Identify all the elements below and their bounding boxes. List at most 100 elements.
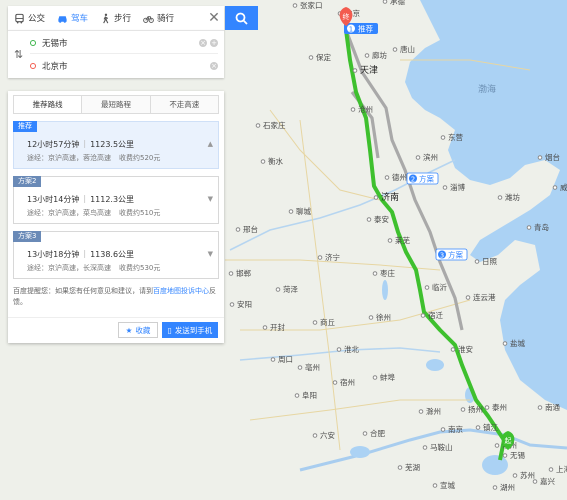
plan-toll: 收费约530元	[119, 264, 161, 272]
taihu-lake	[482, 455, 508, 475]
origin-row[interactable]: 无锡市 × +	[30, 32, 218, 54]
city-dot	[512, 473, 518, 478]
route-callout-number: 2	[411, 176, 415, 184]
origin-input[interactable]: 无锡市	[42, 37, 196, 49]
send-to-phone-button[interactable]: ▯ 发送到手机	[162, 322, 218, 338]
feedback-tip: 百度提醒您：如果您有任何意见和建议，请到百度地图投诉中心反馈。	[13, 286, 219, 308]
route-plan-2[interactable]: 方案2 13小时14分钟 | 1112.3公里 途经：京沪高速，菜鸟高速 收费约5…	[13, 176, 219, 224]
mode-walk[interactable]: 步行	[94, 6, 137, 30]
city-name: 济宁	[325, 252, 340, 262]
city-dot	[415, 155, 421, 160]
route-plan-3[interactable]: 方案3 13小时18分钟 | 1138.6公里 途经：京沪高速，长深高速 收费约5…	[13, 231, 219, 279]
city-dot	[384, 175, 390, 180]
tab-shortest[interactable]: 最短路程	[81, 96, 150, 113]
city-name: 烟台	[545, 152, 560, 162]
city-name: 盐城	[510, 338, 525, 348]
city-dot	[270, 357, 276, 362]
city-dot	[492, 485, 498, 490]
city-dot	[494, 443, 500, 448]
favorite-label: 收藏	[135, 325, 151, 335]
search-icon	[235, 12, 248, 25]
route-callout-2[interactable]: 2 方案	[406, 172, 439, 185]
city-name: 菏泽	[283, 284, 298, 294]
city-dot	[255, 123, 261, 128]
mode-bike-label: 骑行	[157, 14, 175, 24]
favorite-button[interactable]: ★ 收藏	[118, 322, 158, 338]
city-dot	[312, 320, 318, 325]
city-name: 六安	[320, 430, 335, 440]
city-name: 无锡	[510, 451, 525, 460]
plan-summary: 13小时18分钟 | 1138.6公里	[27, 249, 135, 259]
city-name: 宿迁	[428, 310, 443, 320]
chevron-down-icon: ▼	[207, 195, 213, 203]
city-dot	[362, 431, 368, 436]
end-marker-label: 终	[343, 12, 350, 21]
route-result-panel: 推荐路线 最短路程 不走高速 推荐 12小时57分钟 | 1123.5公里 途经：…	[8, 91, 224, 343]
phone-icon: ▯	[167, 325, 172, 335]
city-name: 宣城	[440, 480, 455, 490]
start-marker-label: 起	[505, 437, 512, 445]
city-dot	[537, 155, 543, 160]
clear-origin-icon[interactable]: ×	[199, 38, 207, 47]
city-name: 马鞍山	[430, 442, 453, 452]
route-plan-list: 推荐 12小时57分钟 | 1123.5公里 途经：京沪高速，蓉沧高速 收费约52…	[13, 121, 219, 279]
city-dot	[317, 255, 323, 260]
city-name: 枣庄	[380, 268, 395, 278]
city-dot	[526, 225, 532, 230]
plan-detail: 途经：京沪高速，长深高速 收费约530元	[27, 263, 160, 273]
search-button[interactable]	[225, 6, 258, 30]
city-dot	[352, 68, 358, 73]
feedback-link[interactable]: 百度地图投诉中心	[153, 287, 209, 295]
route-callout-3[interactable]: 3 方案	[435, 248, 468, 261]
destination-row[interactable]: 北京市 ×	[30, 55, 218, 77]
city-name: 淄博	[450, 182, 465, 192]
city-name: 唐山	[400, 44, 415, 54]
city-dot	[294, 393, 300, 398]
plan-tag: 推荐	[13, 121, 37, 132]
city-name: 张家口	[300, 0, 323, 10]
destination-input[interactable]: 北京市	[42, 60, 207, 72]
city-name: 合肥	[370, 428, 385, 438]
route-callout-number: 3	[440, 252, 444, 260]
route-plan-1[interactable]: 推荐 12小时57分钟 | 1123.5公里 途经：京沪高速，蓉沧高速 收费约52…	[13, 121, 219, 169]
city-name: 苏州	[520, 470, 535, 480]
city-dot	[312, 433, 318, 438]
clear-destination-icon[interactable]: ×	[210, 62, 218, 70]
mode-car[interactable]: 驾车	[51, 6, 94, 30]
mode-bike[interactable]: 骑行	[137, 6, 180, 30]
city-dot	[350, 107, 356, 112]
plan-toll: 收费约520元	[119, 154, 161, 162]
car-icon	[58, 15, 67, 23]
plan-tag: 方案3	[13, 231, 42, 242]
close-icon[interactable]: ✕	[204, 6, 224, 30]
city-name: 嘉兴	[540, 476, 555, 486]
mode-bus[interactable]: 公交	[8, 6, 51, 30]
tab-recommended[interactable]: 推荐路线	[14, 96, 82, 113]
city-name: 连云港	[473, 292, 496, 302]
plan-summary: 13小时14分钟 | 1112.3公里	[27, 194, 135, 204]
city-dot	[336, 347, 342, 352]
add-waypoint-icon[interactable]: +	[210, 38, 218, 47]
city-name: 南京	[448, 424, 463, 434]
city-name: 天津	[360, 65, 378, 76]
city-name: 镇江	[483, 422, 498, 432]
hongze-lake	[426, 359, 444, 371]
city-dot	[229, 302, 235, 307]
tab-no-highway[interactable]: 不走高速	[149, 96, 218, 113]
swap-route-icon[interactable]: ⇅	[14, 48, 23, 61]
city-name: 滨州	[423, 152, 438, 162]
plan-time: 12小时57分钟	[27, 140, 80, 149]
city-name: 威海	[560, 182, 567, 192]
city-name: 廊坊	[372, 50, 387, 60]
city-name: 湖州	[500, 483, 515, 492]
chaohu-lake	[350, 446, 370, 458]
destination-dot-icon	[30, 63, 36, 69]
city-name: 临沂	[432, 282, 447, 292]
feedback-tip-prefix: 百度提醒您：如果您有任何意见和建议，请到	[13, 287, 153, 295]
city-dot	[502, 453, 508, 458]
weishan-lake	[382, 280, 388, 300]
city-dot	[397, 465, 403, 470]
city-dot	[440, 427, 446, 432]
route-callout-1[interactable]: 1 推荐	[344, 23, 378, 34]
city-name: 承德	[390, 0, 405, 6]
